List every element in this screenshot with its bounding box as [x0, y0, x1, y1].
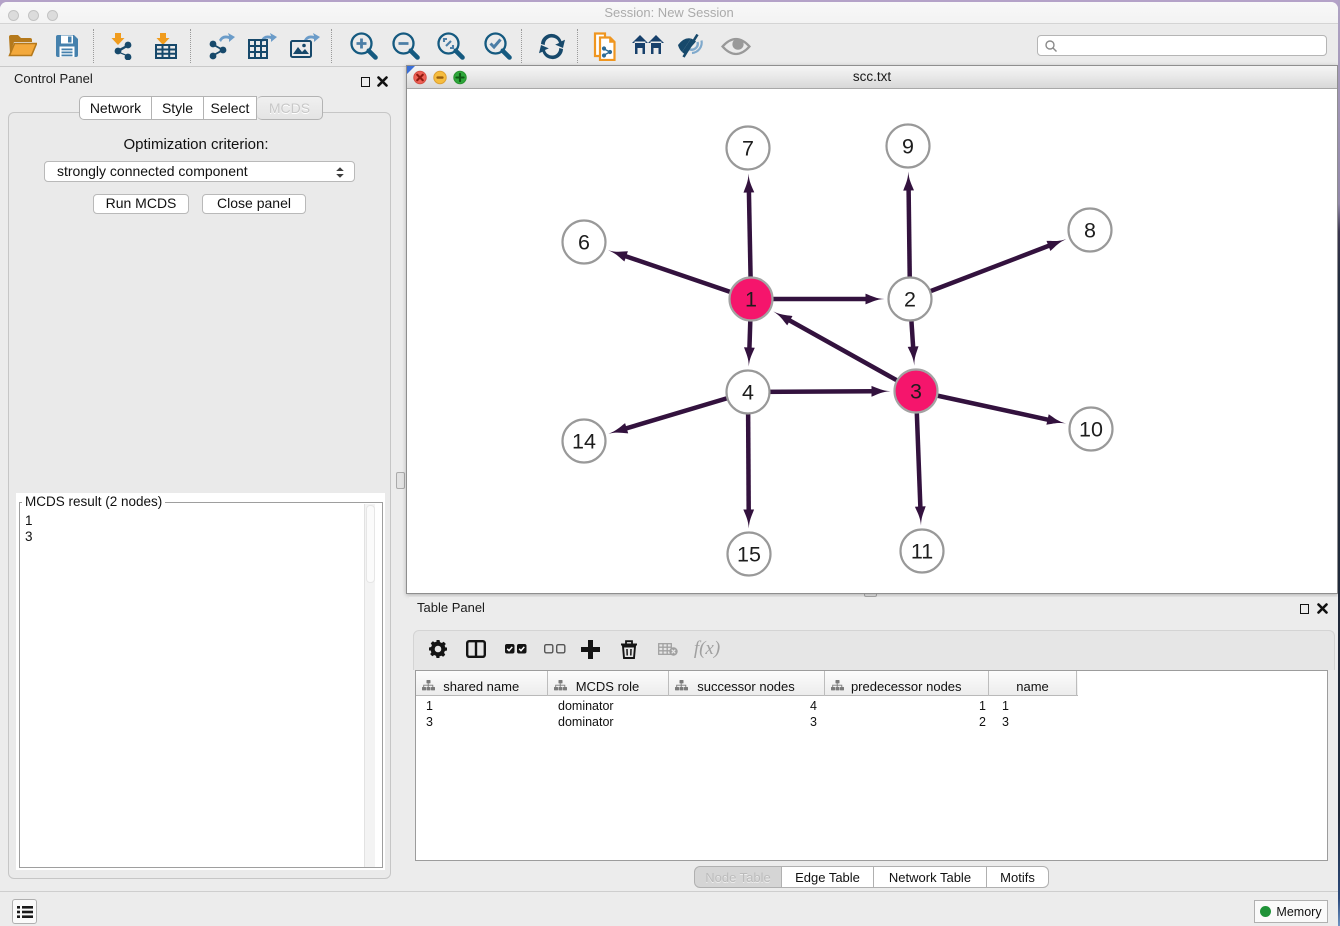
svg-text:8: 8 [1084, 219, 1096, 243]
svg-text:10: 10 [1079, 418, 1103, 442]
svg-text:1: 1 [745, 288, 757, 312]
svg-text:2: 2 [904, 288, 916, 312]
svg-text:9: 9 [902, 135, 914, 159]
svg-text:14: 14 [572, 430, 596, 454]
svg-text:6: 6 [578, 231, 590, 255]
svg-text:15: 15 [737, 543, 761, 567]
svg-text:11: 11 [911, 540, 933, 564]
svg-text:7: 7 [742, 137, 754, 161]
svg-text:3: 3 [910, 380, 922, 404]
svg-text:4: 4 [742, 381, 754, 405]
